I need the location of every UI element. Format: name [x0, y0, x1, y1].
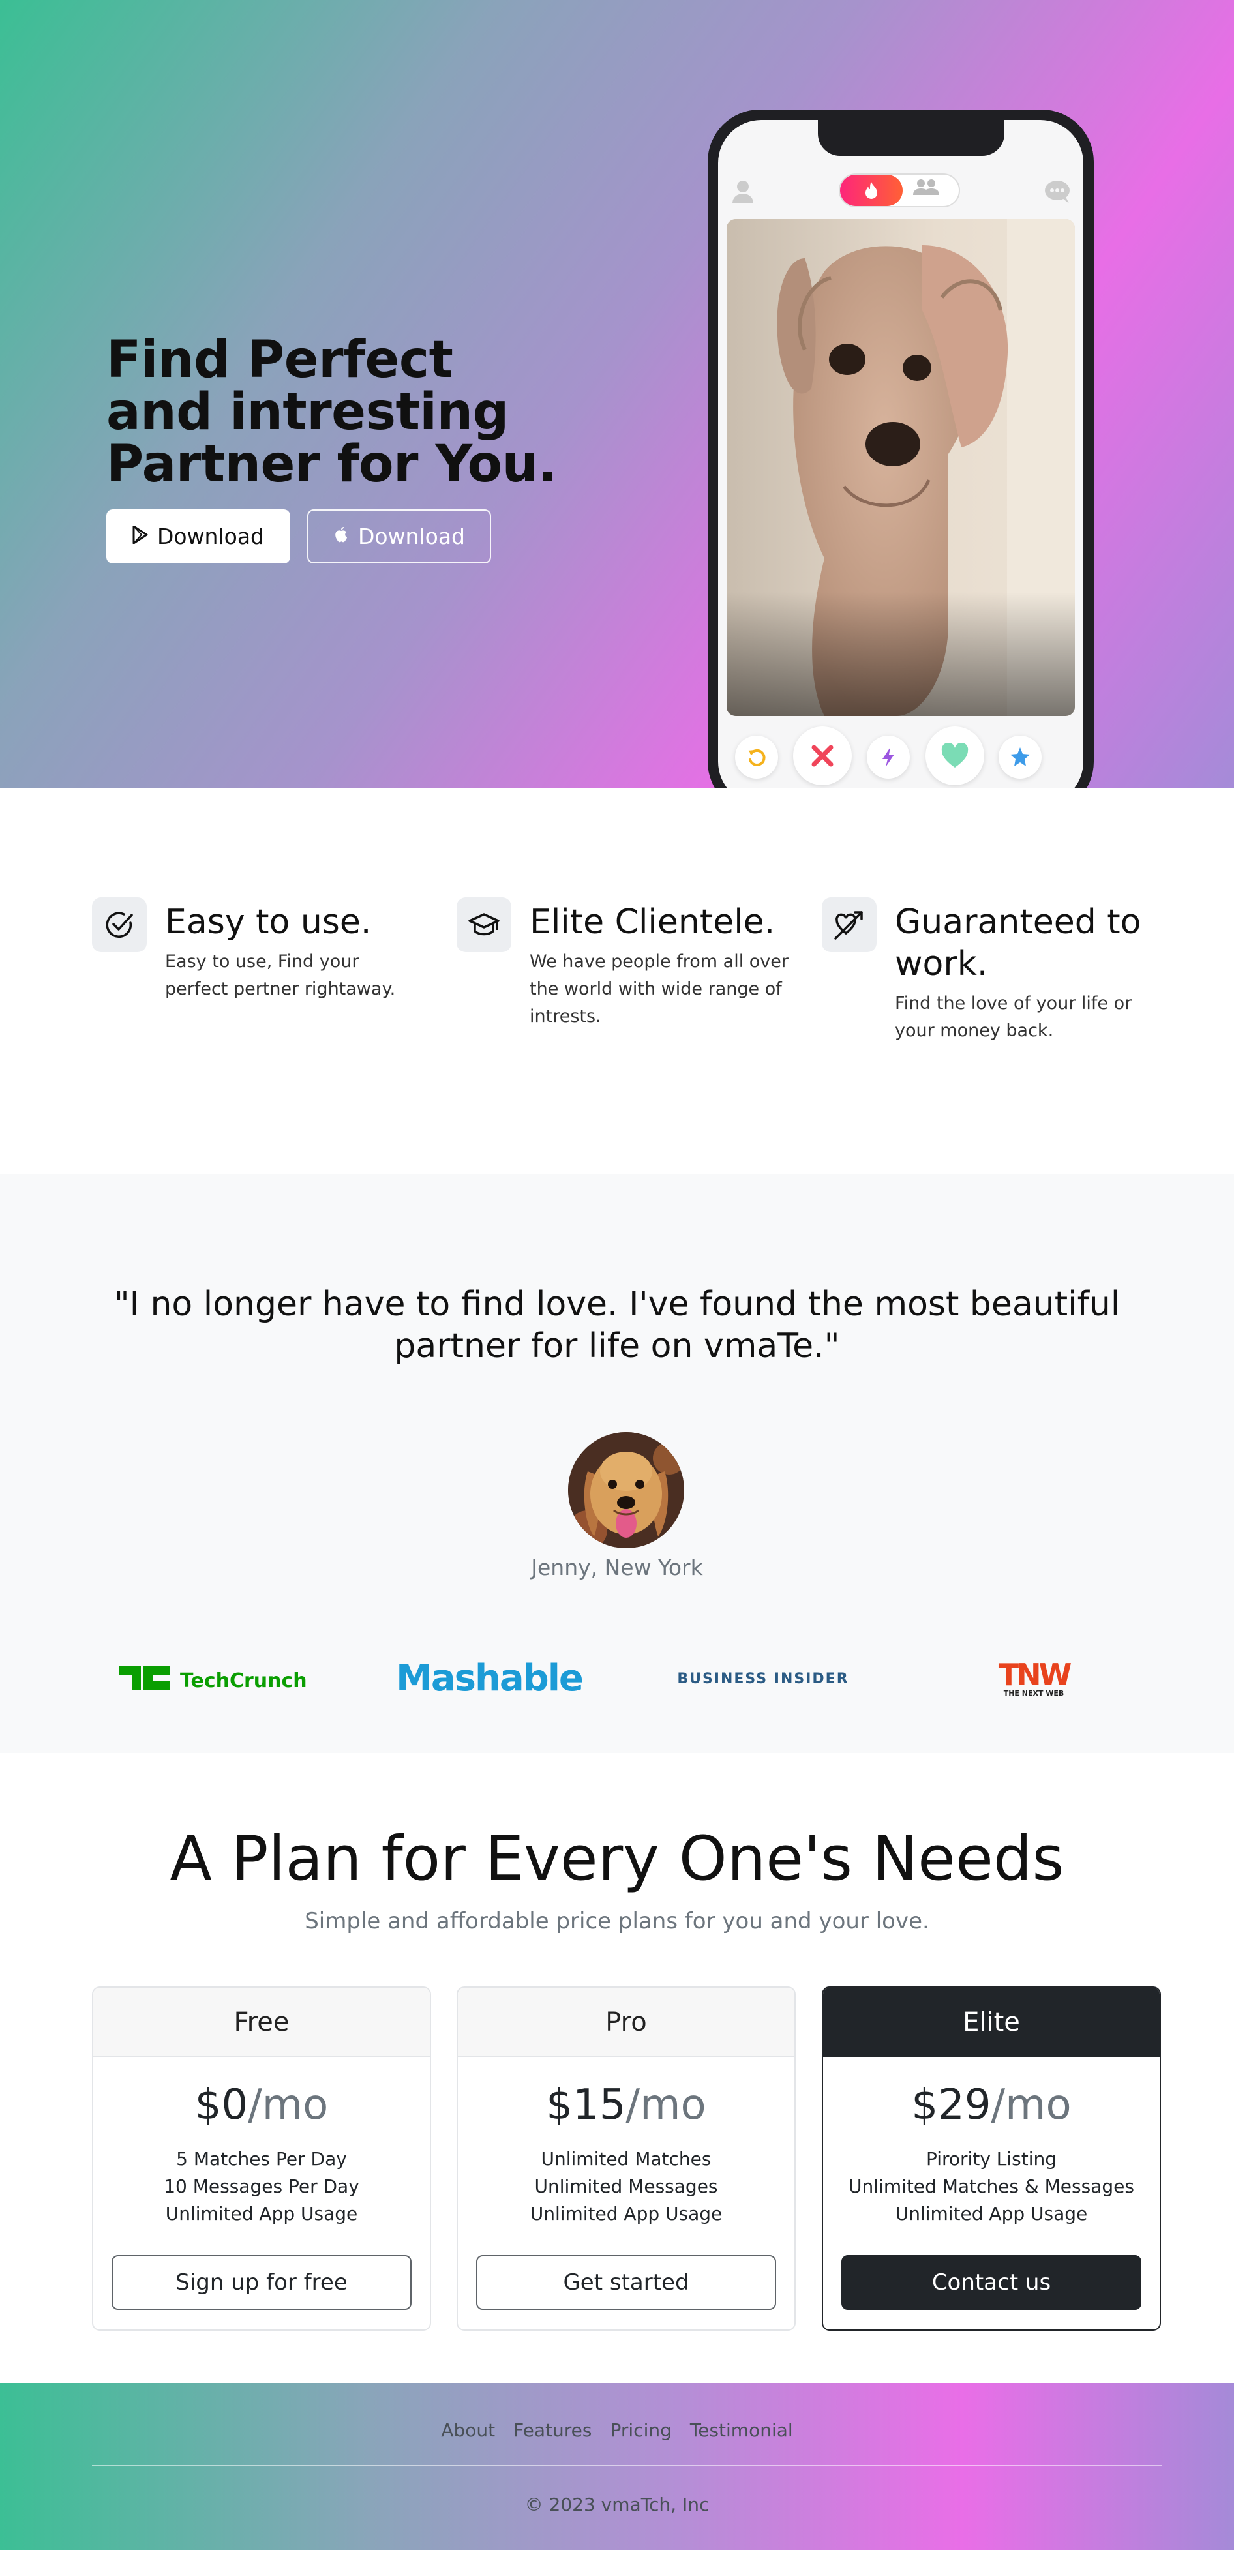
plan-price-amount: $29 [911, 2081, 991, 2129]
features-section: Easy to use. Easy to use, Find your perf… [0, 788, 1234, 1174]
contact-us-button[interactable]: Contact us [841, 2255, 1141, 2310]
plan-feature: Unlimited App Usage [530, 2203, 723, 2224]
footer-nav: About Features Pricing Testimonial [0, 2419, 1234, 2441]
boost-bolt-icon[interactable] [867, 736, 910, 779]
mashable-logo-text: Mashable [396, 1657, 582, 1700]
mode-toggle[interactable] [839, 173, 960, 207]
testimonial-quote: "I no longer have to find love. I've fou… [113, 1285, 1121, 1366]
plan-feature: Unlimited Messages [534, 2176, 718, 2197]
feature-desc: Easy to use, Find your perfect pertner r… [165, 951, 396, 999]
plan-feature: 5 Matches Per Day [176, 2148, 347, 2170]
play-store-icon [132, 524, 148, 549]
chat-icon[interactable] [1043, 179, 1072, 207]
footer-link-about[interactable]: About [441, 2419, 495, 2441]
feature-title: Guaranteed to work. [895, 903, 1141, 983]
swipe-actions [718, 726, 1083, 788]
plan-price-amount: $15 [546, 2081, 626, 2129]
techcrunch-logo-text: TechCrunch [180, 1670, 307, 1692]
testimonial-section: "I no longer have to find love. I've fou… [0, 1174, 1234, 1753]
plan-name: Elite [823, 1988, 1160, 2057]
plan-feature: Unlimited Matches & Messages [849, 2176, 1134, 2197]
footer-link-testimonial[interactable]: Testimonial [690, 2419, 793, 2441]
apple-icon [333, 524, 349, 549]
feature-desc: Find the love of your life or your money… [895, 993, 1132, 1041]
avatar [568, 1432, 684, 1548]
app-top-bar [718, 173, 1083, 213]
plan-price: $29/mo [823, 2080, 1160, 2130]
mashable-logo: Mashable [385, 1655, 594, 1701]
check-circle-icon [92, 897, 147, 952]
plan-features: 5 Matches Per Day 10 Messages Per Day Un… [93, 2146, 430, 2228]
hero-section: Find Perfect and intresting Partner for … [0, 0, 1234, 788]
phone-screen [718, 120, 1083, 788]
plan-name: Free [93, 1988, 430, 2057]
apple-download-label: Download [357, 524, 466, 549]
plan-features: Unlimited Matches Unlimited Messages Unl… [458, 2146, 794, 2228]
profile-photo-dog[interactable] [727, 219, 1075, 716]
pricing-title: A Plan for Every One's Needs [170, 1823, 1064, 1895]
plan-price-amount: $0 [194, 2081, 248, 2129]
plan-feature: Unlimited Matches [541, 2148, 712, 2170]
feature-title: Easy to use. [165, 903, 372, 942]
plan-card-elite: Elite $29/mo Pirority Listing Unlimited … [822, 1986, 1161, 2331]
get-started-button[interactable]: Get started [476, 2255, 776, 2310]
phone-mockup [708, 110, 1094, 788]
plan-price-period: /mo [248, 2081, 329, 2129]
google-play-download-button[interactable]: Download [106, 509, 290, 563]
plan-price-period: /mo [991, 2081, 1072, 2129]
heart-arrow-icon [822, 897, 877, 952]
plan-feature: Pirority Listing [925, 2148, 1057, 2170]
like-heart-icon[interactable] [925, 726, 984, 785]
footer-divider [92, 2465, 1162, 2466]
plan-feature: Unlimited App Usage [165, 2203, 358, 2224]
plan-card-free: Free $0/mo 5 Matches Per Day 10 Messages… [92, 1986, 431, 2331]
tnw-logo-subtext: THE NEXT WEB [1004, 1689, 1064, 1698]
plan-feature: 10 Messages Per Day [164, 2176, 359, 2197]
footer-link-features[interactable]: Features [513, 2419, 592, 2441]
sign-up-free-button[interactable]: Sign up for free [112, 2255, 412, 2310]
plan-price-period: /mo [625, 2081, 706, 2129]
feature-desc: We have people from all over the world w… [530, 951, 789, 1026]
tnw-logo-text: TNW [999, 1657, 1072, 1692]
plan-feature: Unlimited App Usage [895, 2203, 1088, 2224]
hero-title: Find Perfect and intresting Partner for … [106, 331, 557, 494]
testimonial-author: Jenny, New York [531, 1555, 703, 1580]
profile-icon[interactable] [731, 179, 755, 207]
feature-title: Elite Clientele. [530, 903, 775, 942]
footer-link-pricing[interactable]: Pricing [610, 2419, 672, 2441]
tnw-logo: TNW THE NEXT WEB [985, 1655, 1083, 1701]
app-store-download-button[interactable]: Download [307, 509, 491, 563]
mortarboard-icon [457, 897, 511, 952]
super-like-star-icon[interactable] [999, 736, 1042, 779]
plan-price: $15/mo [458, 2080, 794, 2130]
plan-features: Pirority Listing Unlimited Matches & Mes… [823, 2146, 1160, 2228]
rewind-icon[interactable] [735, 736, 778, 779]
pricing-subtitle: Simple and affordable price plans for yo… [305, 1908, 929, 1934]
footer: About Features Pricing Testimonial © 202… [0, 2383, 1234, 2550]
plan-card-pro: Pro $15/mo Unlimited Matches Unlimited M… [457, 1986, 796, 2331]
plan-price: $0/mo [93, 2080, 430, 2130]
pricing-section: A Plan for Every One's Needs Simple and … [0, 1753, 1234, 2383]
nope-x-icon[interactable] [793, 726, 852, 785]
business-insider-logo: BUSINESS INSIDER [665, 1655, 861, 1701]
business-insider-logo-text: BUSINESS INSIDER [677, 1671, 849, 1687]
flame-icon [840, 175, 903, 206]
copyright: © 2023 vmaTch, Inc [524, 2494, 710, 2515]
techcrunch-logo: TechCrunch [117, 1655, 313, 1701]
plan-name: Pro [458, 1988, 794, 2057]
phone-notch [818, 120, 1004, 156]
group-icon [912, 177, 941, 200]
play-download-label: Download [157, 524, 265, 549]
